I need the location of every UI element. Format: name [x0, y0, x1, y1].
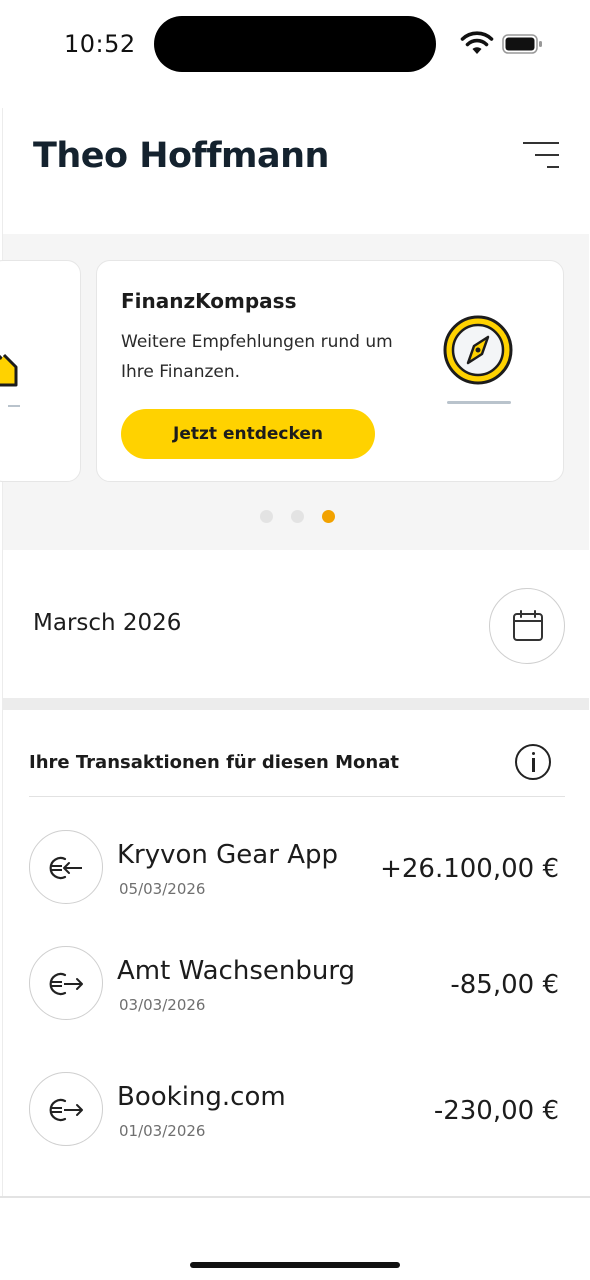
filter-button[interactable]: [521, 138, 561, 174]
promo-card-previous[interactable]: [0, 260, 81, 482]
transaction-amount: +26.100,00 €: [380, 854, 559, 884]
header: Theo Hoffmann: [3, 108, 589, 234]
transaction-amount: -85,00 €: [450, 970, 559, 1000]
carousel-pager: [3, 510, 589, 524]
status-bar: 10:52: [0, 0, 590, 100]
transaction-date: 01/03/2026: [119, 1122, 206, 1140]
pager-dot-2[interactable]: [291, 510, 304, 523]
promo-card-description: Weitere Empfehlungen rund um Ihre Finanz…: [121, 332, 393, 382]
transaction-name: Amt Wachsenburg: [117, 956, 356, 986]
bottom-divider: [0, 1196, 590, 1198]
pager-dot-1[interactable]: [260, 510, 273, 523]
user-name-title: Theo Hoffmann: [33, 136, 329, 176]
transaction-name: Kryvon Gear App: [117, 840, 338, 870]
promo-carousel[interactable]: FinanzKompass Weitere Empfehlungen rund …: [0, 234, 589, 550]
section-divider: [3, 698, 589, 710]
transaction-date: 05/03/2026: [119, 880, 206, 898]
transaction-amount: -230,00 €: [433, 1096, 559, 1126]
discover-now-button[interactable]: Jetzt entdecken: [121, 409, 375, 459]
month-selector: Marsch 2026: [3, 550, 589, 698]
compass-icon: [443, 315, 513, 385]
euro-outgoing-icon: [29, 1072, 103, 1146]
compass-shadow: [447, 401, 511, 404]
info-icon: [532, 752, 535, 755]
status-time: 10:52: [64, 30, 136, 58]
home-indicator[interactable]: [190, 1262, 400, 1268]
promo-card-finanzkompass[interactable]: FinanzKompass Weitere Empfehlungen rund …: [96, 260, 564, 482]
calendar-icon: [513, 610, 543, 641]
euro-incoming-icon: [29, 830, 103, 904]
month-label: Marsch 2026: [33, 610, 182, 636]
pager-dot-3-active[interactable]: [322, 510, 335, 523]
transactions-heading: Ihre Transaktionen für diesen Monat: [29, 752, 399, 773]
app-screen: Theo Hoffmann FinanzKompass Weitere Empf…: [0, 108, 589, 1198]
filter-lines-icon: [523, 142, 559, 144]
calendar-button[interactable]: [489, 588, 565, 664]
euro-outgoing-icon: [29, 946, 103, 1020]
transaction-date: 03/03/2026: [119, 996, 206, 1014]
heading-divider: [29, 796, 565, 797]
transactions-section: Ihre Transaktionen für diesen Monat Kryv…: [3, 710, 589, 1198]
dynamic-island: [154, 16, 436, 72]
battery-icon: [502, 34, 542, 54]
transaction-row[interactable]: Kryvon Gear App 05/03/2026 +26.100,00 €: [3, 818, 589, 938]
transaction-row[interactable]: Amt Wachsenburg 03/03/2026 -85,00 €: [3, 934, 589, 1054]
transaction-name: Booking.com: [117, 1082, 286, 1112]
wifi-icon: [460, 31, 494, 54]
info-button[interactable]: [515, 744, 551, 780]
promo-card-title: FinanzKompass: [121, 289, 297, 313]
house-icon: [0, 353, 20, 407]
transaction-row[interactable]: Booking.com 01/03/2026 -230,00 €: [3, 1060, 589, 1180]
